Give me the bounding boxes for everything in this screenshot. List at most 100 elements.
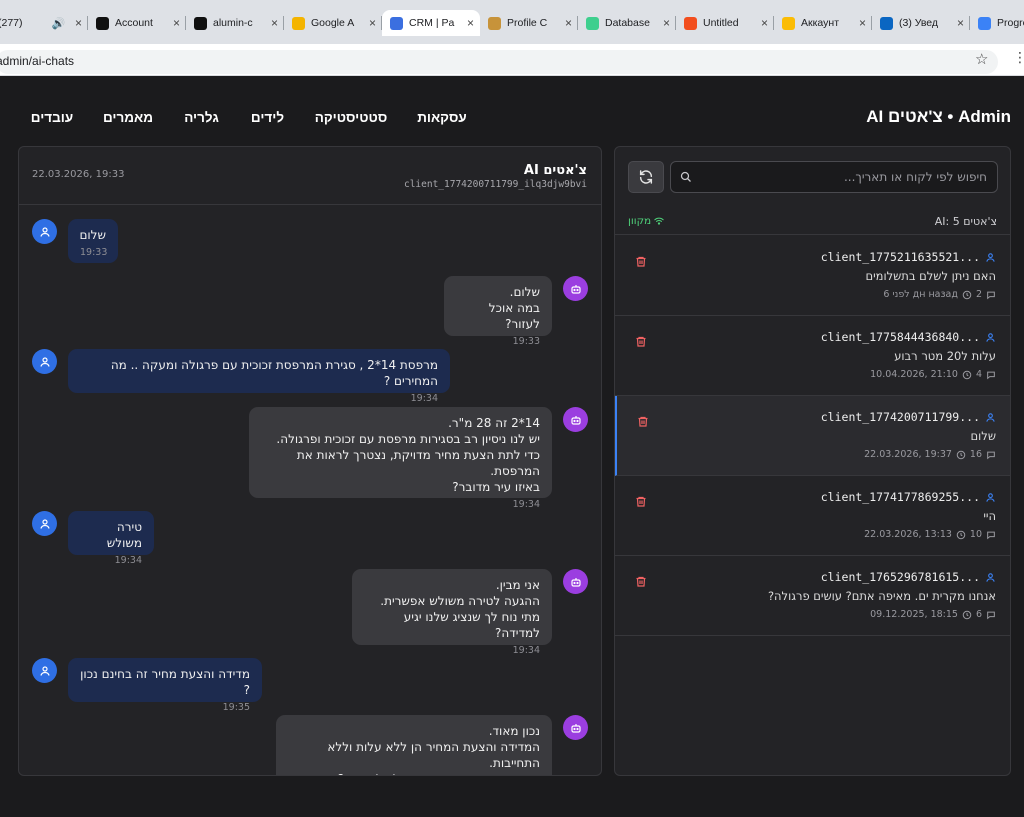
browser-tab[interactable]: (3) Увед × [872, 10, 970, 36]
message-icon [987, 291, 995, 299]
tab-label: (277) [0, 17, 23, 29]
search-input[interactable] [697, 162, 987, 192]
nav-deals-button[interactable]: עסקאות [405, 101, 479, 133]
url-field[interactable]: admin/ai-chats [0, 50, 998, 74]
message-count: 10 [969, 529, 982, 540]
online-status: מקוון [628, 215, 664, 227]
tab-close-icon[interactable]: × [467, 16, 474, 30]
tab-close-icon[interactable]: × [663, 16, 670, 30]
message-preview: עלות ל20 מטר רבוע [894, 349, 996, 363]
speaker-icon: 🔊 [51, 17, 66, 30]
message-text: 14*2 זה 28 מ"ר. יש לנו ניסיון רב בסגירות… [276, 416, 540, 494]
browser-tab[interactable]: Untitled × [676, 10, 774, 36]
message-text: מדידה והצעת מחיר זה בחינם נכון ? [80, 667, 250, 697]
bot-avatar-icon [563, 276, 588, 301]
conversation-row[interactable]: client_1774177869255... היי 22.03.2026, 13… [615, 476, 1010, 556]
browser-tab[interactable]: Progress× [970, 10, 1024, 36]
user-avatar-icon [32, 658, 57, 683]
message-icon [987, 531, 995, 539]
row-client: client_1775211635521... [821, 250, 996, 264]
clock-icon [962, 610, 972, 619]
message-time: 19:33 [80, 247, 108, 258]
search-icon [680, 171, 691, 182]
conversation-row[interactable]: client_1765296781615... אנחנו מקרית ים. מ… [615, 556, 1010, 636]
conversation-row[interactable]: client_1774200711799... שלום 22.03.2026, 1… [615, 396, 1010, 476]
bookmark-star-icon[interactable]: ☆ [975, 50, 988, 68]
chat-header: צ'אטים AI client_1774200711799_ilq3djw9b… [19, 147, 601, 205]
tab-favicon-icon [978, 16, 991, 30]
tab-label: Profile C [507, 17, 548, 29]
tab-close-icon[interactable]: × [957, 16, 964, 30]
message-text: שלום. במה אוכל לעזור? [488, 285, 540, 331]
tab-favicon-icon [488, 16, 501, 30]
nav-deals-label: עסקאות [417, 109, 467, 125]
client-id: client_1775844436840... [820, 330, 980, 344]
tab-close-icon[interactable]: × [369, 16, 376, 30]
message-text: טירה משולש [106, 520, 142, 550]
last-activity: 10.04.2026, 21:10 [870, 369, 958, 380]
nav-leads-button[interactable]: לידים [238, 101, 297, 133]
message-time: 19:34 [512, 499, 540, 510]
browser-tab[interactable]: Account × [88, 10, 186, 36]
row-meta: לפני 6 дн назад 2 [883, 289, 996, 300]
nav-articles-label: מאמרים [102, 109, 154, 125]
browser-tab[interactable]: Profile C × [480, 10, 578, 36]
message-time: 19:34 [114, 555, 142, 566]
tab-close-icon[interactable]: × [761, 16, 768, 30]
message-bubble: מדידה והצעת מחיר זה בחינם נכון ? 19:35 [68, 658, 262, 713]
trash-icon[interactable] [635, 495, 647, 508]
nav-employees-button[interactable]: עובדים [18, 101, 86, 133]
tab-label: Database [605, 17, 650, 29]
message-text: מרפסת 14*2 , סגירת המרפסת זכוכית עם פרגו… [110, 358, 438, 388]
browser-tab[interactable]: Database × [578, 10, 676, 36]
chat-title: צ'אטים AI [523, 163, 587, 178]
bot-avatar-icon [563, 715, 588, 740]
last-activity: לפני 6 дн назад [883, 289, 958, 300]
tab-favicon-icon [292, 16, 305, 30]
browser-menu-icon[interactable]: ⋮ [1013, 50, 1024, 66]
message-count: 2 [975, 289, 982, 300]
browser-tab[interactable]: (277) 🔊 × [0, 10, 88, 36]
chat-count: צ'אטים AI: 5 [934, 215, 997, 228]
row-client: client_1774200711799... [821, 410, 996, 424]
tab-label: Google A [311, 17, 355, 29]
tab-close-icon[interactable]: × [173, 16, 180, 30]
browser-tab[interactable]: CRM | Pa × [382, 10, 480, 36]
nav-articles-button[interactable]: מאמרים [91, 101, 165, 133]
online-label: מקוון [628, 215, 652, 227]
message-icon [987, 371, 995, 379]
message-text: אני מבין. ההגעה לטירה משולש אפשרית. מתי … [380, 578, 540, 640]
browser-tab[interactable]: Аккаунт × [774, 10, 872, 36]
message-preview: היי [983, 509, 996, 523]
refresh-icon [639, 170, 653, 184]
message-time: 19:35 [222, 702, 250, 713]
message-count: 4 [975, 369, 982, 380]
row-meta: 22.03.2026, 13:13 10 [864, 529, 996, 540]
conversation-row[interactable]: client_1775211635521... האם ניתן לשלם בתש… [615, 236, 1010, 316]
tab-label: Progress [997, 17, 1024, 29]
message-bubble: שלום 19:33 [68, 219, 118, 263]
tab-close-icon[interactable]: × [271, 16, 278, 30]
trash-icon[interactable] [635, 255, 647, 268]
message-list[interactable]: שלום 19:33 שלום. במה אוכל לעזור? 19:33 מרפסת… [19, 206, 601, 775]
tab-favicon-icon [586, 16, 599, 30]
browser-tab[interactable]: Google A × [284, 10, 382, 36]
trash-icon[interactable] [635, 335, 647, 348]
row-client: client_1765296781615... [821, 570, 996, 584]
tab-close-icon[interactable]: × [565, 16, 572, 30]
trash-icon[interactable] [635, 575, 647, 588]
tab-close-icon[interactable]: × [859, 16, 866, 30]
conversation-row[interactable]: client_1775844436840... עלות ל20 מטר רבוע… [615, 316, 1010, 396]
tab-close-icon[interactable]: × [75, 16, 82, 30]
user-icon [986, 252, 995, 262]
trash-icon[interactable] [637, 415, 649, 428]
message-count: 16 [969, 449, 982, 460]
refresh-button[interactable] [628, 161, 664, 193]
clock-icon [962, 290, 972, 299]
clock-icon [962, 370, 972, 379]
browser-tab[interactable]: alumin-c × [186, 10, 284, 36]
message-preview: אנחנו מקרית ים. מאיפה אתם? עושים פרגולה? [767, 589, 996, 603]
nav-statistics-button[interactable]: סטטיסטיקה [302, 101, 400, 133]
chat-date: 22.03.2026, 19:33 [32, 169, 125, 180]
nav-gallery-button[interactable]: גלריה [171, 101, 232, 133]
